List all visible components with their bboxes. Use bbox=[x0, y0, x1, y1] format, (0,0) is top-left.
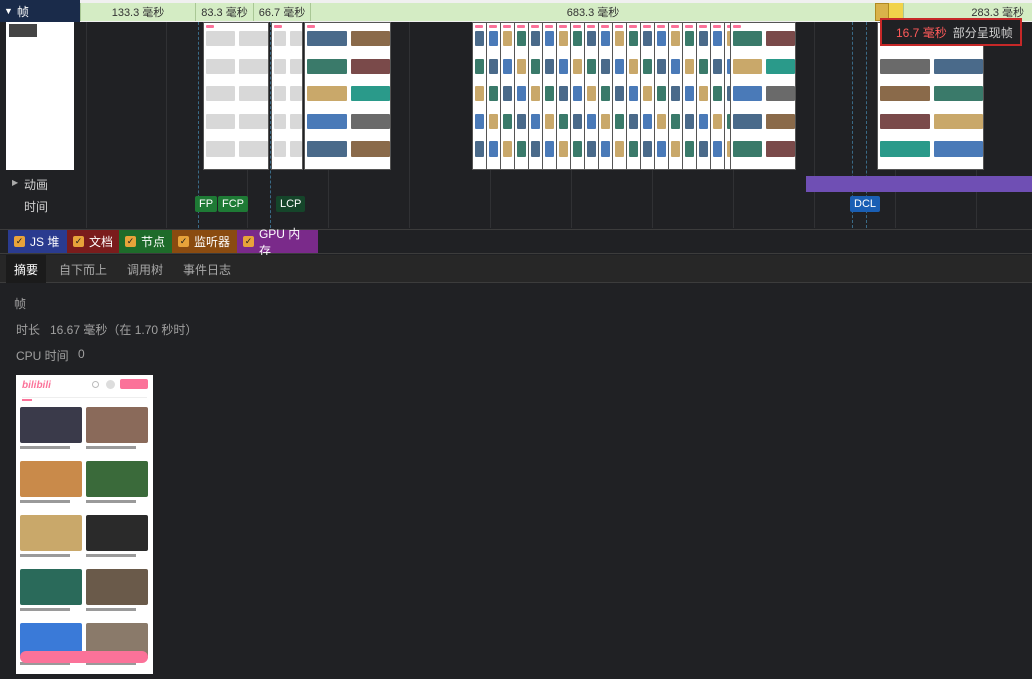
frame-duration: 83.3 毫秒 bbox=[201, 7, 248, 19]
frame-duration: 683.3 毫秒 bbox=[566, 7, 620, 19]
checkbox-checked-icon: ✓ bbox=[178, 236, 189, 247]
frames-track-toggle[interactable]: ▼ 帧 bbox=[0, 0, 80, 22]
marker-fp[interactable]: FP bbox=[195, 196, 218, 212]
open-app-banner bbox=[20, 651, 148, 663]
animation-track-label[interactable]: 动画 bbox=[24, 176, 48, 193]
frame-duration: 133.3 毫秒 bbox=[111, 7, 165, 19]
frames-label: 帧 bbox=[16, 4, 29, 19]
legend-nodes[interactable]: ✓ 节点 bbox=[119, 230, 172, 253]
triangle-down-icon: ▼ bbox=[4, 6, 13, 16]
checkbox-checked-icon: ✓ bbox=[125, 236, 136, 247]
screenshot-thumbnail-blank[interactable] bbox=[6, 22, 74, 170]
cpu-time-label: CPU 时间 bbox=[16, 349, 69, 363]
video-card-thumbnail bbox=[86, 515, 148, 551]
video-card-thumbnail bbox=[20, 407, 82, 443]
video-card-thumbnail bbox=[86, 461, 148, 497]
frame-segment[interactable]: 83.3 毫秒 bbox=[195, 3, 253, 21]
search-icon bbox=[92, 381, 99, 388]
cpu-time-value: 0 bbox=[78, 347, 85, 361]
avatar bbox=[106, 380, 115, 389]
screenshot-thumbnail[interactable] bbox=[203, 22, 269, 170]
marker-dcl[interactable]: DCL bbox=[850, 196, 881, 212]
legend-label: 节点 bbox=[141, 235, 166, 249]
animation-bar[interactable] bbox=[806, 176, 1032, 192]
logo: bilibili bbox=[22, 380, 51, 391]
tab-summary[interactable]: 摘要 bbox=[6, 255, 47, 283]
frame-segment[interactable]: 133.3 毫秒 bbox=[80, 3, 195, 21]
legend-js-heap[interactable]: ✓ JS 堆 bbox=[8, 230, 67, 253]
marker-lcp[interactable]: LCP bbox=[276, 196, 306, 212]
legend-gpu-memory[interactable]: ✓ GPU 内存 bbox=[237, 227, 318, 258]
marker-fcp[interactable]: FCP bbox=[218, 196, 248, 212]
frame-segment[interactable]: 66.7 毫秒 bbox=[253, 3, 310, 21]
frame-screenshot-preview[interactable]: bilibili bbox=[16, 375, 153, 674]
screenshot-thumbnail[interactable] bbox=[271, 22, 303, 170]
video-card-thumbnail bbox=[20, 569, 82, 605]
tab-bottom-up[interactable]: 自下而上 bbox=[51, 255, 115, 283]
legend-label: 监听器 bbox=[194, 235, 231, 249]
frame-segment[interactable]: 683.3 毫秒 bbox=[310, 3, 875, 21]
video-card-thumbnail bbox=[86, 407, 148, 443]
video-card-thumbnail bbox=[86, 569, 148, 605]
checkbox-checked-icon: ✓ bbox=[14, 236, 25, 247]
frame-tooltip: 16.7 毫秒 部分呈现帧 bbox=[880, 18, 1022, 46]
tooltip-description: 部分呈现帧 bbox=[952, 25, 1013, 40]
video-card-thumbnail bbox=[20, 461, 82, 497]
screenshot-thumbnail[interactable] bbox=[730, 22, 796, 170]
checkbox-checked-icon: ✓ bbox=[243, 236, 254, 247]
video-card-thumbnail bbox=[20, 515, 82, 551]
tooltip-duration: 16.7 毫秒 bbox=[896, 25, 947, 40]
checkbox-checked-icon: ✓ bbox=[73, 236, 84, 247]
frame-duration: 66.7 毫秒 bbox=[258, 7, 306, 19]
duration-label: 时长 bbox=[16, 323, 41, 337]
download-button bbox=[120, 379, 148, 389]
duration-value: 16.67 毫秒（在 1.70 秒时） bbox=[50, 323, 198, 337]
legend-label: GPU 内存 bbox=[258, 226, 301, 258]
legend-label: JS 堆 bbox=[30, 235, 60, 249]
screenshot-thumbnail[interactable] bbox=[304, 22, 391, 170]
timings-track-label: 时间 bbox=[24, 200, 49, 214]
summary-title: 帧 bbox=[14, 297, 27, 311]
triangle-right-icon[interactable]: ▶ bbox=[12, 178, 18, 187]
legend-listeners[interactable]: ✓ 监听器 bbox=[172, 230, 237, 253]
tab-call-tree[interactable]: 调用树 bbox=[119, 255, 171, 283]
legend-documents[interactable]: ✓ 文档 bbox=[67, 230, 119, 253]
tab-event-log[interactable]: 事件日志 bbox=[175, 255, 239, 283]
legend-label: 文档 bbox=[89, 235, 114, 249]
